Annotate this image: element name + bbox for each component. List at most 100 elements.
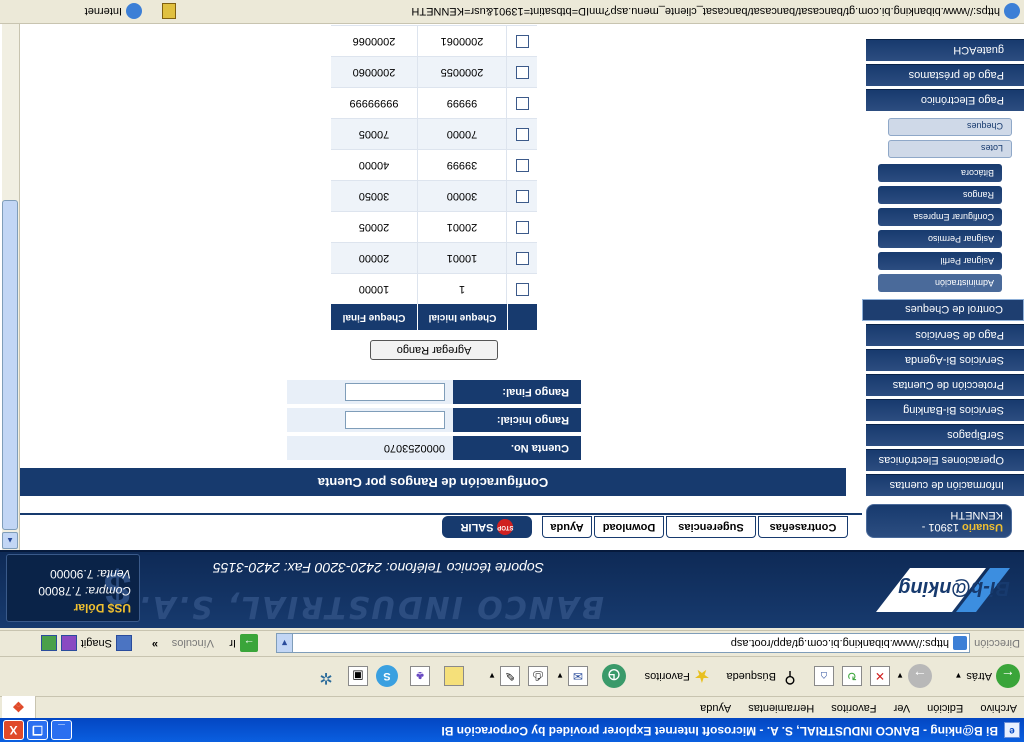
row-checkbox[interactable] (516, 283, 529, 296)
row-checkbox[interactable] (516, 97, 529, 110)
menu-ver[interactable]: Ver (887, 698, 918, 718)
bibanking-logo: Bi-b@nking (876, 568, 1010, 612)
address-input[interactable]: https://www.bibanking.bi.com.gt/app/root… (276, 633, 970, 653)
skype-button[interactable]: S (376, 662, 398, 690)
messenger-button[interactable]: ♣ (410, 662, 430, 690)
nav-servicios-biagenda[interactable]: Servicios Bi-Agenda (866, 349, 1024, 371)
row-checkbox[interactable] (516, 221, 529, 234)
rango-final-row: Rango Final: (287, 380, 581, 404)
maximize-button[interactable]: ❐ (27, 720, 48, 740)
cheque-final-cell: 99999999 (349, 97, 399, 109)
nav-sub2-lotes[interactable]: Lotes (888, 140, 1012, 158)
cheque-final-cell: 2000060 (352, 66, 396, 78)
rango-final-input[interactable] (345, 383, 445, 401)
venta-value: 7.90000 (50, 567, 94, 581)
salir-button[interactable]: STOPSALIR (442, 516, 532, 538)
minimize-button[interactable]: _ (51, 720, 72, 740)
back-button[interactable]: ← Atrás ▼ (954, 662, 1020, 690)
research-button[interactable]: ▣ (348, 662, 368, 690)
menu-favoritos[interactable]: Favoritos (824, 698, 883, 718)
agregar-rango-button[interactable]: Agregar Rango (370, 340, 498, 360)
forward-arrow-icon: → (908, 664, 932, 688)
links-chevron-icon[interactable]: » (152, 638, 158, 650)
back-label: Atrás (966, 670, 992, 682)
back-dropdown-icon[interactable]: ▼ (954, 672, 962, 681)
search-button[interactable]: ⚲ Búsqueda (726, 662, 800, 690)
nav-sub-asignar-permiso[interactable]: Asignar Permiso (878, 230, 1002, 248)
mail-button[interactable]: ✉ ▼ (556, 662, 588, 690)
row-checkbox[interactable] (516, 35, 529, 48)
bank-banner: Bi-b@nking BANCO INDUSTRIAL, S.A. Soport… (0, 550, 1024, 628)
nav-sub-asignar-perfil[interactable]: Asignar Perfil (878, 252, 1002, 270)
mail-dropdown-icon[interactable]: ▼ (556, 672, 564, 681)
tab-download[interactable]: Download (594, 516, 664, 538)
links-label[interactable]: Vínculos (172, 637, 214, 649)
row-checkbox[interactable] (516, 190, 529, 203)
internet-globe-icon (126, 3, 142, 19)
nav-pago-electronico[interactable]: Pago Electrónico (866, 89, 1024, 111)
snagit-capture-icon[interactable] (60, 635, 77, 651)
nav-sub2-cheques[interactable]: Cheques (888, 118, 1012, 136)
security-zone: Internet (85, 3, 142, 19)
menu-ayuda[interactable]: Ayuda (693, 698, 738, 718)
nav-serbipagos[interactable]: SerBipagos (866, 424, 1024, 446)
cuenta-label: Cuenta No. (453, 436, 581, 460)
bluetooth-icon: ✲ (319, 669, 333, 686)
snagit-button[interactable]: Snagit (40, 635, 132, 651)
nav-informacion-cuentas[interactable]: Información de cuentas (866, 474, 1024, 496)
menu-herramientas[interactable]: Herramientas (741, 698, 821, 718)
row-checkbox[interactable] (516, 66, 529, 79)
nav-guateach[interactable]: guateACH (866, 39, 1024, 61)
nav-pago-servicios[interactable]: Pago de Servicios (866, 324, 1024, 346)
tab-ayuda[interactable]: Ayuda (542, 516, 592, 538)
rango-inicial-input[interactable] (345, 411, 445, 429)
nav-servicios-bibanking[interactable]: Servicios Bi-Banking (866, 399, 1024, 421)
forward-button[interactable]: → ▼ (896, 662, 932, 690)
vertical-scrollbar[interactable]: ▲ ▼ (2, 0, 20, 550)
nav-operaciones-electronicas[interactable]: Operaciones Electrónicas (866, 449, 1024, 471)
menu-archivo[interactable]: Archivo (973, 698, 1024, 718)
edit-button[interactable]: ✎ ▼ (488, 662, 520, 690)
search-label: Búsqueda (726, 670, 776, 682)
home-button[interactable]: ⌂ (814, 662, 834, 690)
print-button[interactable]: ⎙ (528, 662, 548, 690)
edit-dropdown-icon[interactable]: ▼ (488, 672, 496, 681)
cheque-inicial-cell: 30000 (417, 180, 507, 211)
row-checkbox[interactable] (516, 159, 529, 172)
snagit-icon (116, 635, 132, 651)
user-box: Usuario 13901 - KENNETH (866, 504, 1012, 538)
notes-button[interactable] (444, 662, 464, 690)
nav-sub-bitacora[interactable]: Bitácora (878, 164, 1002, 182)
tab-divider (18, 513, 862, 515)
scroll-up-icon[interactable]: ▲ (2, 532, 18, 549)
scroll-thumb[interactable] (2, 200, 18, 530)
tab-contrasenas[interactable]: Contraseñas (758, 516, 848, 538)
history-button[interactable]: ◷ (602, 662, 626, 690)
stop-button[interactable]: ✕ (870, 662, 890, 690)
row-checkbox[interactable] (516, 128, 529, 141)
nav-pago-prestamos[interactable]: Pago de préstamos (866, 64, 1024, 86)
home-icon: ⌂ (814, 666, 834, 686)
go-button[interactable]: → Ir (229, 634, 258, 652)
main-panel: Configuración de Rangos por Cuenta Cuent… (20, 0, 846, 510)
page-content: Usuario 13901 - KENNETH Información de c… (0, 0, 1024, 550)
menu-edicion[interactable]: Edición (920, 698, 970, 718)
table-row: 1 10000 (331, 273, 537, 304)
tab-sugerencias[interactable]: Sugerencias (666, 516, 756, 538)
address-dropdown-icon[interactable]: ▼ (277, 634, 293, 652)
snagit-settings-icon[interactable] (40, 635, 57, 651)
forward-dropdown-icon[interactable]: ▼ (896, 672, 904, 681)
nav-sub-rangos[interactable]: Rangos (878, 186, 1002, 204)
nav-proteccion-cuentas[interactable]: Protección de Cuentas (866, 374, 1024, 396)
favorites-button[interactable]: ★ Favoritos (645, 662, 710, 690)
table-row: 2000055 2000060 (331, 56, 537, 87)
refresh-button[interactable]: ↻ (842, 662, 862, 690)
menu-bar: Archivo Edición Ver Favoritos Herramient… (0, 696, 1024, 718)
bluetooth-button[interactable]: ✲ (316, 662, 336, 690)
row-checkbox[interactable] (516, 252, 529, 265)
close-button[interactable]: X (3, 720, 24, 740)
compra-value: 7.78000 (38, 584, 82, 598)
nav-control-cheques[interactable]: Control de Cheques (862, 299, 1024, 321)
nav-sub-configurar-empresa[interactable]: Configurar Empresa (878, 208, 1002, 226)
nav-sub-administracion[interactable]: Administración (878, 274, 1002, 292)
